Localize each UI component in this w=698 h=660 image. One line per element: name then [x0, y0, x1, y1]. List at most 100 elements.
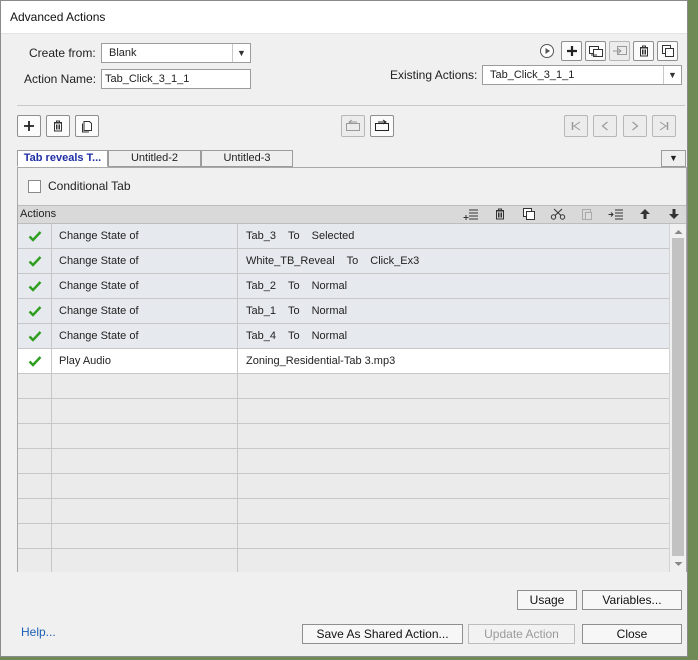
state-value: Click_Ex3	[370, 255, 420, 267]
action-cell[interactable]: Change State of	[52, 324, 238, 348]
check-icon	[28, 281, 41, 292]
arrow-up-icon	[640, 209, 650, 219]
paste-icon	[582, 209, 592, 220]
tabs-overflow-button[interactable]: ▼	[661, 150, 686, 167]
variables-button[interactable]: Variables...	[582, 590, 682, 610]
chevron-right-icon	[632, 121, 639, 131]
status-cell	[18, 299, 52, 323]
insert-action-row-button[interactable]	[605, 204, 627, 224]
target-cell[interactable]: Tab_4 To Normal	[238, 324, 347, 348]
state-value: Normal	[311, 305, 348, 317]
empty-row[interactable]	[18, 524, 669, 549]
tab-decision-3[interactable]: Untitled-3	[201, 150, 293, 167]
cut-action-row-button[interactable]	[547, 204, 569, 224]
table-row[interactable]: Change State of Tab_2 To Normal	[18, 274, 669, 299]
existing-actions-value: Tab_Click_3_1_1	[490, 69, 575, 81]
help-link[interactable]: Help...	[21, 625, 56, 639]
create-from-select[interactable]: Blank ▼	[101, 43, 251, 63]
save-as-shared-action-button[interactable]: Save As Shared Action...	[302, 624, 463, 644]
decision-panel: Conditional Tab Actions Change State of …	[17, 167, 687, 572]
preview-play-button[interactable]	[537, 41, 557, 61]
table-row-selected[interactable]: Play Audio Zoning_Residential-Tab 3.mp3	[18, 349, 669, 374]
previous-decision-button[interactable]	[593, 115, 617, 137]
next-decision-button[interactable]	[623, 115, 647, 137]
existing-actions-select[interactable]: Tab_Click_3_1_1 ▼	[482, 65, 682, 85]
update-action-button[interactable]: Update Action	[468, 624, 575, 644]
empty-row[interactable]	[18, 474, 669, 499]
copy-icon	[523, 208, 535, 220]
target-name: Tab_2	[246, 280, 276, 292]
actions-header: Actions	[18, 205, 686, 224]
tab-decision-1[interactable]: Tab reveals T...	[17, 150, 108, 167]
last-decision-button[interactable]	[652, 115, 676, 137]
paste-action-row-button[interactable]	[576, 204, 598, 224]
scrollbar-thumb[interactable]	[672, 238, 684, 556]
empty-row[interactable]	[18, 424, 669, 449]
skip-last-icon	[659, 121, 669, 131]
remove-decision-button[interactable]	[46, 115, 70, 137]
empty-row[interactable]	[18, 549, 669, 572]
add-action-row-button[interactable]	[460, 204, 482, 224]
target-name: Tab_1	[246, 305, 276, 317]
scissors-icon	[550, 208, 566, 220]
empty-row[interactable]	[18, 499, 669, 524]
action-cell[interactable]: Change State of	[52, 249, 238, 273]
copy-action-row-button[interactable]	[518, 204, 540, 224]
export-action-button[interactable]	[609, 41, 630, 61]
check-icon	[28, 331, 41, 342]
add-decision-button[interactable]	[17, 115, 41, 137]
action-name-label: Action Name:	[24, 72, 97, 86]
table-row[interactable]: Change State of Tab_1 To Normal	[18, 299, 669, 324]
action-cell[interactable]: Play Audio	[52, 349, 238, 373]
check-icon	[28, 231, 41, 242]
scroll-down-icon	[674, 562, 683, 566]
target-cell[interactable]: Tab_1 To Normal	[238, 299, 347, 323]
target-cell[interactable]: White_TB_Reveal To Click_Ex3	[238, 249, 419, 273]
check-icon	[28, 256, 41, 267]
conditional-tab-checkbox[interactable]	[28, 180, 41, 193]
target-name: Zoning_Residential-Tab 3.mp3	[246, 355, 396, 367]
state-value: Selected	[311, 230, 355, 242]
table-row[interactable]: Change State of Tab_3 To Selected	[18, 224, 669, 249]
first-decision-button[interactable]	[564, 115, 588, 137]
import-action-button[interactable]	[585, 41, 606, 61]
conditional-tab-label: Conditional Tab	[48, 179, 131, 193]
usage-button[interactable]: Usage	[517, 590, 577, 610]
trash-icon	[496, 208, 504, 220]
target-cell[interactable]: Zoning_Residential-Tab 3.mp3	[238, 349, 395, 373]
move-row-down-button[interactable]	[663, 204, 685, 224]
empty-row[interactable]	[18, 374, 669, 399]
action-name-input[interactable]: Tab_Click_3_1_1	[101, 69, 251, 89]
status-cell	[18, 349, 52, 373]
skip-first-icon	[571, 121, 581, 131]
copy-decision-button[interactable]	[75, 115, 99, 137]
actions-header-label: Actions	[20, 208, 57, 220]
check-icon	[28, 306, 41, 317]
empty-row[interactable]	[18, 449, 669, 474]
delete-action-row-button[interactable]	[489, 204, 511, 224]
empty-row[interactable]	[18, 399, 669, 424]
divider	[17, 105, 685, 106]
table-row[interactable]: Change State of White_TB_Reveal To Click_E…	[18, 249, 669, 274]
new-action-button[interactable]	[561, 41, 582, 61]
play-icon	[540, 44, 554, 58]
close-button[interactable]: Close	[582, 624, 682, 644]
target-cell[interactable]: Tab_3 To Selected	[238, 224, 354, 248]
tab-decision-2[interactable]: Untitled-2	[108, 150, 201, 167]
duplicate-action-button[interactable]	[657, 41, 678, 61]
table-row[interactable]: Change State of Tab_4 To Normal	[18, 324, 669, 349]
action-cell[interactable]: Change State of	[52, 274, 238, 298]
duplicate-icon	[661, 45, 674, 57]
target-cell[interactable]: Tab_2 To Normal	[238, 274, 347, 298]
vertical-scrollbar[interactable]	[669, 224, 686, 572]
move-decision-left-button[interactable]	[341, 115, 365, 137]
export-icon	[612, 46, 627, 55]
delete-action-button[interactable]	[633, 41, 654, 61]
state-value: Normal	[311, 280, 348, 292]
insert-row-icon	[608, 209, 623, 220]
action-cell[interactable]: Change State of	[52, 299, 238, 323]
action-cell[interactable]: Change State of	[52, 224, 238, 248]
move-decision-right-button[interactable]	[370, 115, 394, 137]
connector-text: To	[287, 305, 300, 317]
move-row-up-button[interactable]	[634, 204, 656, 224]
